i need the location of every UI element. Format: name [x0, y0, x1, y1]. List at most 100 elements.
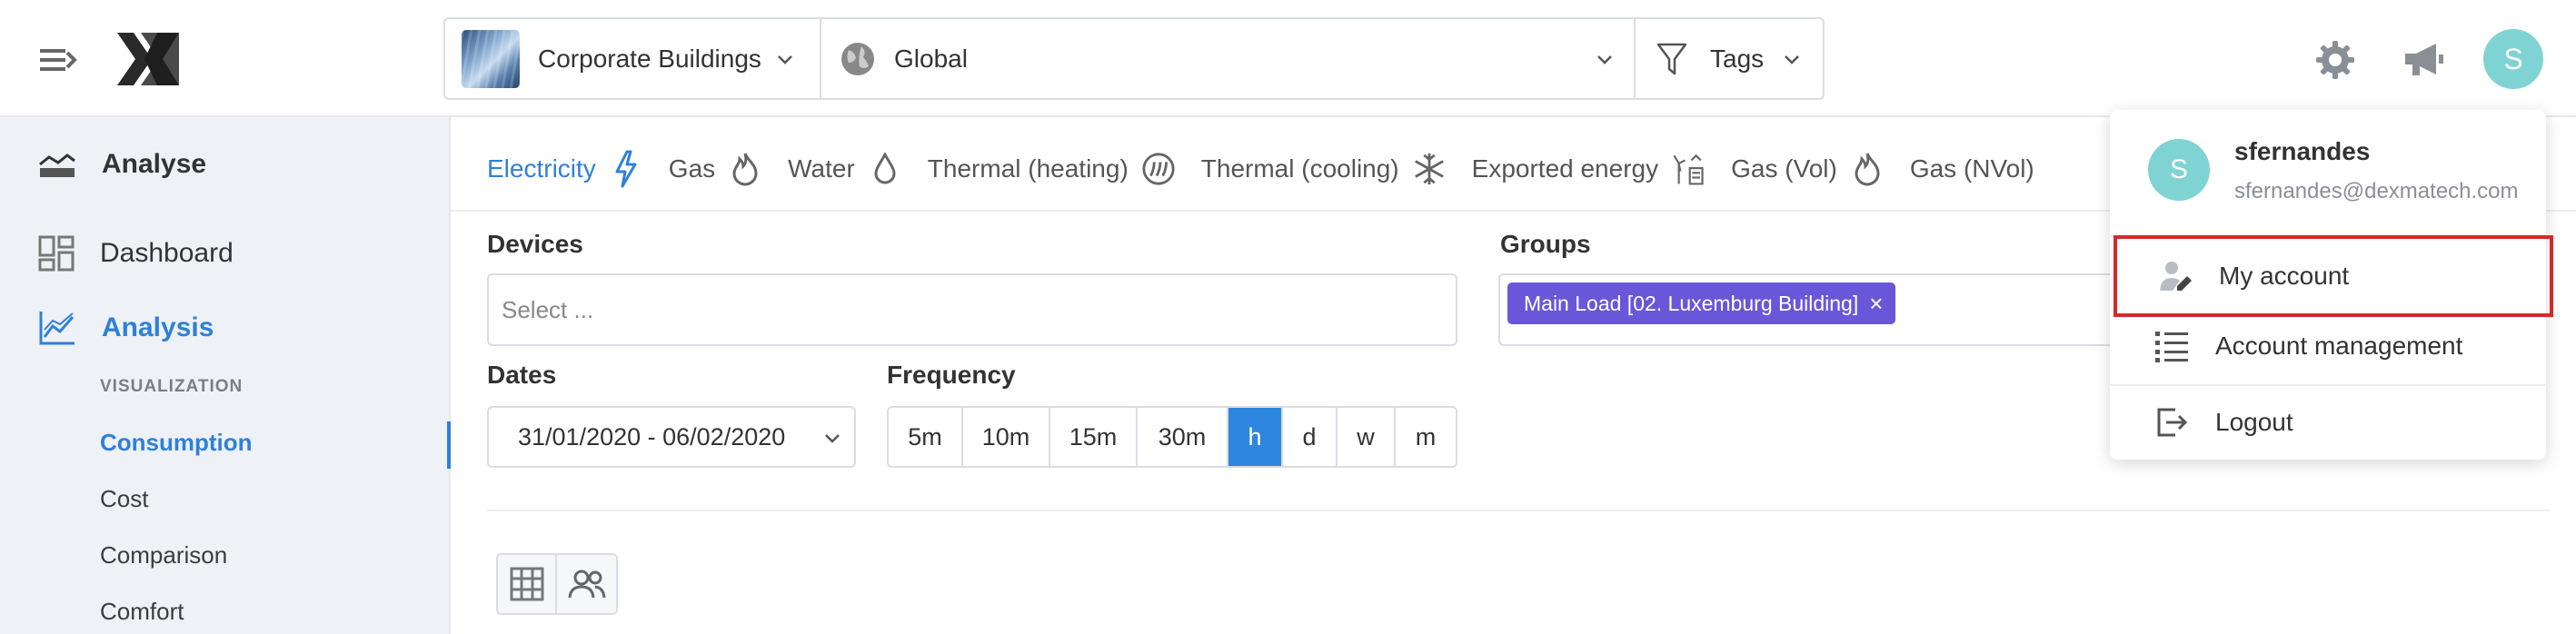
people-icon [568, 570, 605, 599]
tab-water[interactable]: Water [788, 150, 902, 188]
user-menu-avatar-initial: S [2169, 154, 2188, 184]
frequency-m[interactable]: m [1396, 408, 1456, 466]
location-selector[interactable]: Global [821, 19, 1636, 98]
dates-label: Dates [487, 361, 557, 389]
tab-label: Thermal (cooling) [1200, 154, 1399, 183]
flame-icon [1850, 150, 1885, 188]
analysis-chart-icon [39, 312, 75, 345]
tags-selector[interactable]: Tags [1636, 19, 1823, 98]
tab-gas-vol[interactable]: Gas (Vol) [1731, 150, 1885, 188]
account-management-menu-item[interactable]: Account management [2110, 308, 2546, 384]
frequency-30m[interactable]: 30m [1138, 408, 1228, 466]
group-chip-label: Main Load [02. Luxemburg Building] [1524, 291, 1859, 315]
devices-label: Devices [487, 230, 583, 258]
frequency-5m[interactable]: 5m [889, 408, 963, 466]
user-edit-icon [2157, 258, 2193, 294]
account-management-label: Account management [2215, 332, 2463, 360]
sidebar-item-comfort[interactable]: Comfort [100, 598, 184, 626]
megaphone-icon[interactable] [2402, 41, 2445, 79]
logo-icon[interactable] [115, 31, 181, 87]
snowflake-icon [1412, 150, 1447, 188]
sidebar-item-analysis[interactable]: Analysis [38, 310, 214, 346]
frequency-h[interactable]: h [1228, 408, 1283, 466]
table-grid-icon [510, 567, 543, 601]
sidebar-item-comparison[interactable]: Comparison [100, 541, 227, 570]
table-view-button[interactable] [498, 555, 558, 613]
logout-label: Logout [2215, 408, 2293, 436]
tab-exported-energy[interactable]: Exported energy [1472, 150, 1706, 188]
my-account-label: My account [2219, 262, 2350, 290]
user-avatar-button[interactable]: S [2483, 29, 2543, 89]
sidebar-dashboard-label: Dashboard [100, 238, 234, 268]
tab-label: Exported energy [1471, 154, 1659, 183]
tab-gas-nvol[interactable]: Gas (NVol) [1910, 154, 2034, 183]
sidebar-visualization-caption: VISUALIZATION [100, 377, 244, 396]
building-selector-label: Corporate Buildings [538, 44, 761, 73]
sidebar-analysis-label: Analysis [102, 312, 214, 342]
tab-label: Gas (Vol) [1731, 154, 1837, 183]
menu-collapse-icon[interactable] [38, 44, 80, 76]
filter-icon [1656, 43, 1687, 74]
groups-label: Groups [1500, 230, 1591, 258]
top-header: Corporate Buildings Global Tags S [0, 0, 2576, 117]
sidebar-item-consumption[interactable]: Consumption [100, 429, 253, 457]
people-view-button[interactable] [557, 555, 616, 613]
tab-thermal-cooling[interactable]: Thermal (cooling) [1201, 150, 1447, 188]
logout-icon [2153, 404, 2190, 441]
avatar-initial: S [2503, 42, 2523, 75]
group-chip[interactable]: Main Load [02. Luxemburg Building] × [1507, 282, 1896, 324]
section-divider [487, 510, 2550, 511]
exported-energy-icon [1671, 150, 1706, 188]
frequency-label: Frequency [887, 361, 1016, 389]
energy-type-tabs: Electricity Gas Water Thermal (heating) … [487, 137, 2060, 201]
sidebar-item-cost[interactable]: Cost [100, 485, 148, 513]
tab-label: Gas [668, 154, 716, 183]
date-range-picker[interactable]: 31/01/2020 - 06/02/2020 [487, 406, 856, 468]
user-menu-dropdown: S sfernandes sfernandes@dexmatech.com My… [2110, 110, 2553, 461]
flame-icon [728, 150, 762, 188]
user-menu-email: sfernandes@dexmatech.com [2234, 179, 2519, 203]
logout-menu-item[interactable]: Logout [2110, 384, 2546, 461]
frequency-10m[interactable]: 10m [963, 408, 1050, 466]
tab-label: Electricity [487, 154, 596, 183]
sidebar-analyse-label: Analyse [102, 149, 207, 179]
tab-gas[interactable]: Gas [669, 150, 762, 188]
sidebar-item-dashboard[interactable]: Dashboard [38, 235, 234, 272]
chevron-down-icon [778, 55, 792, 64]
chip-remove-icon[interactable]: × [1869, 292, 1883, 315]
droplet-icon [868, 150, 902, 188]
frequency-selector: 5m 10m 15m 30m h d w m [887, 406, 1457, 468]
lightning-icon [609, 150, 643, 188]
globe-icon [841, 42, 874, 75]
gear-icon[interactable] [2314, 39, 2356, 81]
chevron-down-icon [1785, 55, 1799, 64]
location-selector-label: Global [894, 44, 968, 73]
tab-label: Thermal (heating) [927, 154, 1129, 183]
dashboard-icon [38, 235, 75, 272]
view-toggle [496, 553, 618, 615]
building-thumbnail [462, 29, 520, 88]
date-range-value: 31/01/2020 - 06/02/2020 [518, 422, 786, 451]
analyse-icon [39, 154, 75, 177]
tab-electricity[interactable]: Electricity [487, 150, 643, 188]
chevron-down-icon [825, 434, 840, 443]
tab-label: Gas (NVol) [1909, 154, 2034, 183]
devices-input[interactable] [487, 273, 1457, 346]
user-menu-username: sfernandes [2234, 137, 2371, 165]
sidebar: Analyse Dashboard Analysis VISUALIZATION… [0, 117, 451, 634]
frequency-d[interactable]: d [1283, 408, 1338, 466]
tab-label: Water [788, 154, 855, 183]
groups-input[interactable]: Main Load [02. Luxemburg Building] × [1498, 273, 2134, 346]
list-icon [2153, 328, 2190, 364]
heating-icon [1141, 150, 1176, 188]
user-menu-avatar: S [2148, 139, 2210, 201]
tab-thermal-heating[interactable]: Thermal (heating) [928, 150, 1176, 188]
building-selector[interactable]: Corporate Buildings [445, 19, 821, 98]
chevron-down-icon [1597, 55, 1612, 64]
my-account-menu-item[interactable]: My account [2114, 235, 2553, 317]
frequency-w[interactable]: w [1338, 408, 1396, 466]
sidebar-section-analyse[interactable]: Analyse [38, 148, 206, 181]
context-selector-bar: Corporate Buildings Global Tags [443, 17, 1825, 100]
tags-selector-label: Tags [1710, 44, 1765, 73]
frequency-15m[interactable]: 15m [1050, 408, 1138, 466]
